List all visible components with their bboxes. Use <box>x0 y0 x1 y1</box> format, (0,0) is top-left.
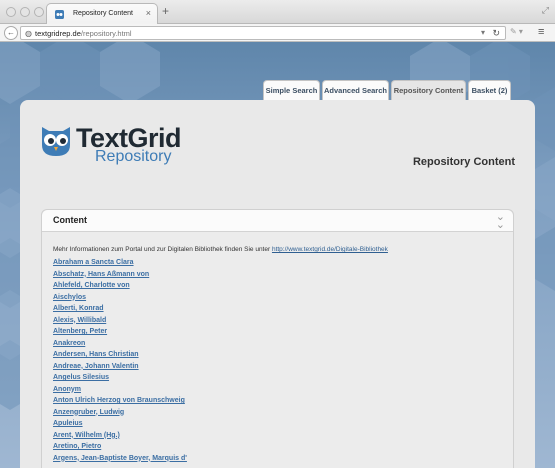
globe-icon: ◍ <box>25 29 32 38</box>
tab-title: Repository Content <box>73 10 133 17</box>
author-link[interactable]: Alexis, Willibald <box>53 317 187 329</box>
tab-advanced-search[interactable]: Advanced Search <box>322 80 389 102</box>
author-link[interactable]: Angelus Silesius <box>53 374 187 386</box>
minimize-window-button[interactable] <box>20 7 30 17</box>
browser-titlebar: Repository Content × + ⤢ <box>0 0 555 25</box>
author-link[interactable]: Anonym <box>53 386 187 398</box>
main-card: TextGrid Repository Repository Content C… <box>20 100 535 468</box>
close-window-button[interactable] <box>6 7 16 17</box>
author-link[interactable]: Aretino, Pietro <box>53 443 187 455</box>
page-viewport: Simple Search Advanced Search Repository… <box>0 42 555 468</box>
content-panel: Content ⌄ ⌄ Mehr Informationen zum Portal… <box>41 209 514 468</box>
tab-basket[interactable]: Basket (2) <box>468 80 511 102</box>
digitale-bibliothek-link[interactable]: http://www.textgrid.de/Digitale-Biblioth… <box>272 246 388 253</box>
url-text: textgridrep.de/repository.html <box>35 29 132 38</box>
logo-subtitle: Repository <box>95 148 172 165</box>
author-link[interactable]: Andreae, Johann Valentin <box>53 363 187 375</box>
author-link[interactable]: Anton Ulrich Herzog von Braunschweig <box>53 397 187 409</box>
extension-icon[interactable]: ✎ ▾ <box>510 27 523 36</box>
info-paragraph: Mehr Informationen zum Portal und zur Di… <box>53 246 388 253</box>
owl-logo-icon <box>42 127 70 156</box>
author-link[interactable]: Aischylos <box>53 294 187 306</box>
zoom-window-button[interactable] <box>34 7 44 17</box>
textgrid-favicon-icon <box>55 10 64 19</box>
hamburger-menu-icon[interactable]: ≡ <box>538 26 544 38</box>
url-bar[interactable]: ◍ textgridrep.de/repository.html ▾ ↻ <box>20 26 506 40</box>
author-link[interactable]: Ahlefeld, Charlotte von <box>53 282 187 294</box>
author-link[interactable]: Anakreon <box>53 340 187 352</box>
reload-icon[interactable]: ↻ <box>492 28 500 39</box>
browser-navbar: ← ◍ textgridrep.de/repository.html ▾ ↻ ✎… <box>0 24 555 42</box>
author-link[interactable]: Andersen, Hans Christian <box>53 351 187 363</box>
author-link[interactable]: Arent, Wilhelm (Hg.) <box>53 432 187 444</box>
author-link[interactable]: Abschatz, Hans Aßmann von <box>53 271 187 283</box>
tab-repository-content[interactable]: Repository Content <box>391 80 466 102</box>
author-link[interactable]: Alberti, Konrad <box>53 305 187 317</box>
url-dropdown-icon[interactable]: ▾ <box>481 28 485 37</box>
page-title: Repository Content <box>412 156 515 168</box>
content-panel-title: Content <box>53 215 87 225</box>
content-panel-header[interactable]: Content ⌄ ⌄ <box>42 210 513 232</box>
author-link[interactable]: Apuleius <box>53 420 187 432</box>
author-list: Abraham a Sancta Clara Abschatz, Hans Aßm… <box>53 259 187 466</box>
browser-tab[interactable]: Repository Content × <box>46 3 158 25</box>
author-link[interactable]: Altenberg, Peter <box>53 328 187 340</box>
back-arrow-icon[interactable]: ← <box>4 26 18 40</box>
collapse-chevron-icon[interactable]: ⌄ ⌄ <box>496 212 505 231</box>
author-link[interactable]: Argens, Jean-Baptiste Boyer, Marquis d' <box>53 455 187 467</box>
author-link[interactable]: Anzengruber, Ludwig <box>53 409 187 421</box>
fullscreen-icon[interactable]: ⤢ <box>542 5 549 16</box>
author-link[interactable]: Abraham a Sancta Clara <box>53 259 187 271</box>
tab-simple-search[interactable]: Simple Search <box>263 80 320 102</box>
new-tab-icon[interactable]: + <box>162 4 169 18</box>
close-tab-icon[interactable]: × <box>146 8 151 18</box>
